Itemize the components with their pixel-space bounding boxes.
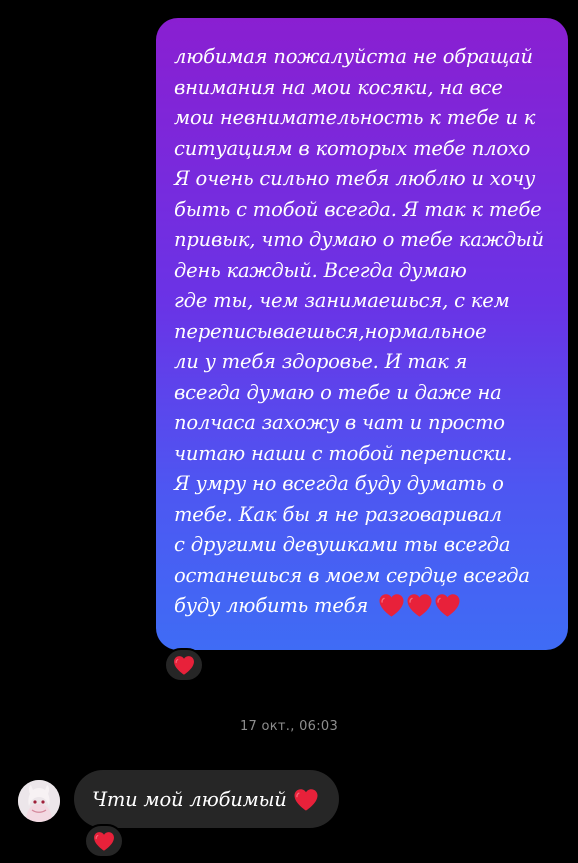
incoming-message-emoji	[293, 788, 319, 811]
outgoing-message-emojis	[378, 593, 461, 617]
red-heart-icon	[434, 593, 461, 617]
outgoing-message-bubble[interactable]: любимая пожалуйста не обращай внимания н…	[156, 18, 568, 650]
avatar-image	[18, 780, 60, 822]
red-heart-icon	[378, 593, 405, 617]
contact-avatar[interactable]	[18, 780, 60, 822]
incoming-message-text: Чти мой любимый	[92, 787, 287, 811]
incoming-message-bubble[interactable]: Чти мой любимый	[74, 770, 339, 828]
red-heart-icon	[293, 788, 319, 811]
red-heart-icon	[406, 593, 433, 617]
red-heart-icon	[93, 831, 115, 851]
red-heart-icon	[173, 655, 195, 675]
incoming-message-reaction[interactable]	[84, 824, 124, 858]
outgoing-message-reaction[interactable]	[164, 648, 204, 682]
message-timestamp: 17 окт., 06:03	[239, 719, 339, 734]
outgoing-message-text: любимая пожалуйста не обращай внимания н…	[174, 45, 544, 617]
